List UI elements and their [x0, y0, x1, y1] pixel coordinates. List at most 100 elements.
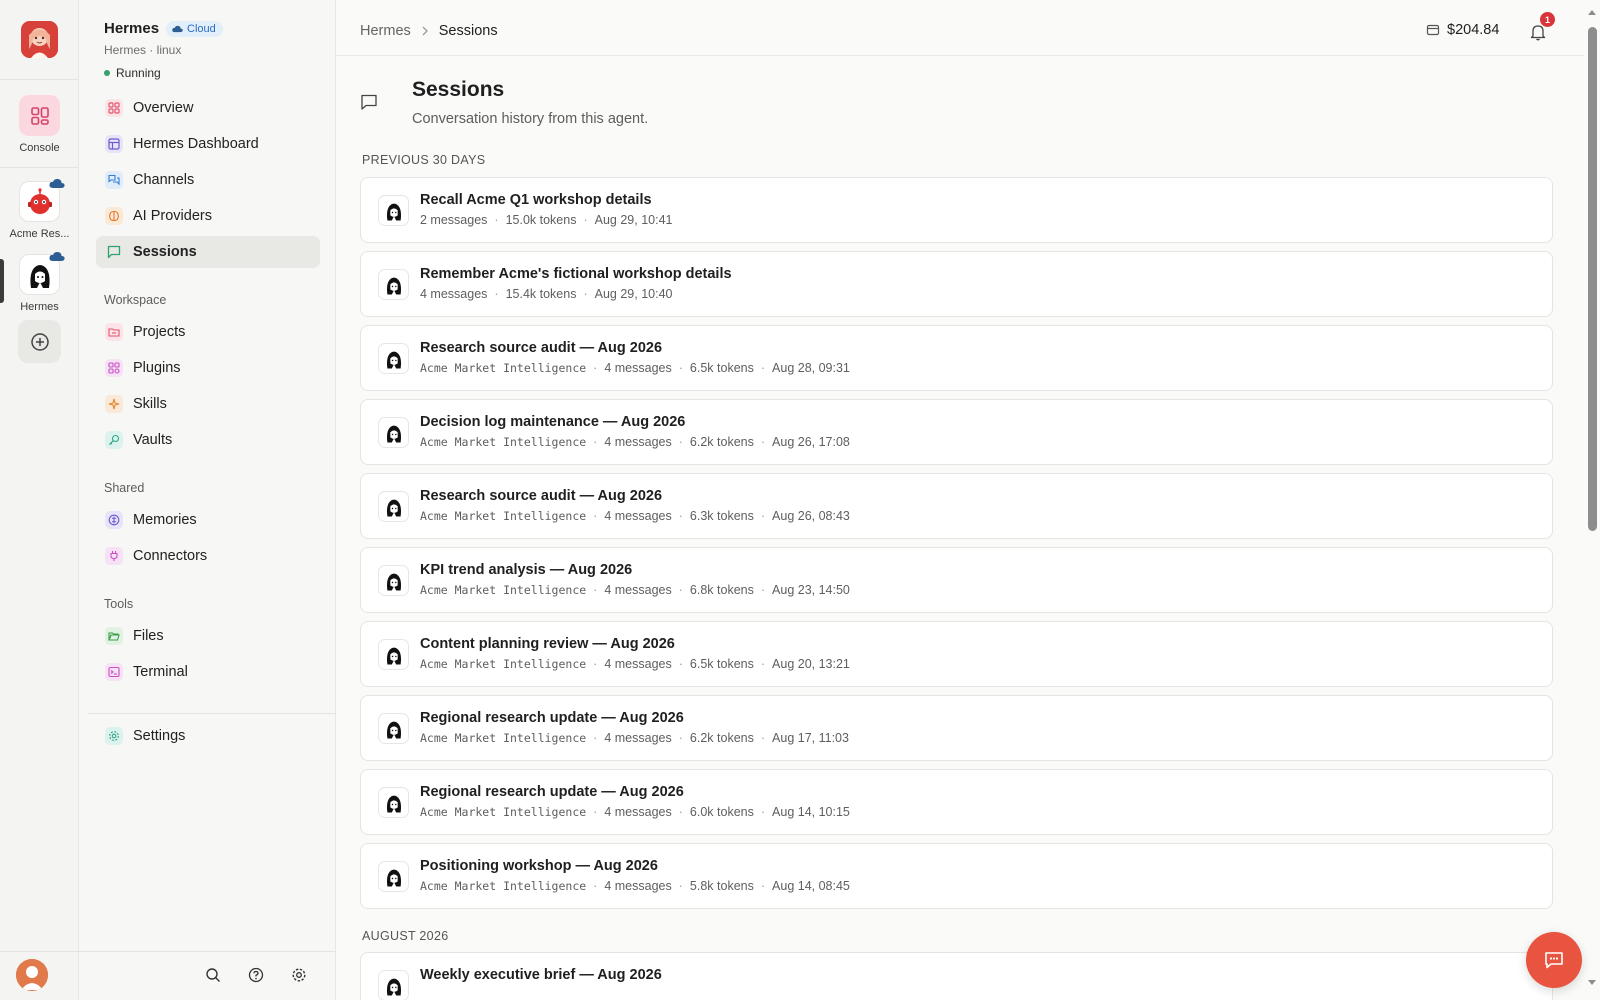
gear-icon[interactable] [290, 966, 308, 984]
sidebar-footer [204, 966, 308, 984]
cloud-badge-label: Cloud [187, 22, 216, 35]
session-row[interactable]: KPI trend analysis — Aug 2026 Acme Marke… [360, 547, 1553, 613]
main-content: Hermes Sessions $204.84 1 Sessions Conve… [336, 0, 1600, 1000]
agent-avatar-acme[interactable] [19, 178, 65, 222]
session-avatar [378, 343, 409, 374]
session-title: Research source audit — Aug 2026 [420, 488, 663, 504]
scrollbar[interactable] [1584, 0, 1600, 1000]
nav-label: Sessions [133, 244, 197, 260]
grid-icon [30, 106, 49, 125]
shared-nav: Memories Connectors [96, 504, 320, 576]
chat-button[interactable] [1526, 932, 1582, 988]
terminal-icon [105, 663, 123, 681]
meta-separator: · [760, 361, 766, 375]
session-time: Aug 29, 10:40 [594, 287, 673, 301]
session-tokens: 6.5k tokens [689, 657, 754, 671]
meta-separator: · [678, 583, 683, 597]
rail-add-agent[interactable] [0, 320, 79, 363]
add-agent-button[interactable] [18, 320, 61, 363]
nav-label: Channels [133, 172, 195, 188]
session-row[interactable]: Weekly executive brief — Aug 2026 [360, 952, 1553, 1000]
nav-item-settings[interactable]: Settings [96, 720, 320, 752]
nav-item-terminal[interactable]: Terminal [96, 656, 320, 688]
nav-item-skills[interactable]: Skills [96, 388, 320, 420]
breadcrumb-current: Sessions [438, 23, 498, 39]
nav-item-channels[interactable]: Channels [96, 164, 320, 196]
session-time: Aug 29, 10:41 [594, 213, 673, 227]
session-row[interactable]: Recall Acme Q1 workshop details 2 messag… [360, 177, 1553, 243]
session-row[interactable]: Regional research update — Aug 2026 Acme… [360, 695, 1553, 761]
nav-item-sessions[interactable]: Sessions [96, 236, 320, 268]
balance-display[interactable]: $204.84 [1426, 22, 1499, 38]
meta-separator: · [593, 509, 598, 523]
session-title: Remember Acme's fictional workshop detai… [420, 266, 732, 282]
meta-separator: · [593, 879, 598, 893]
rail-agent-hermes[interactable]: Hermes [0, 251, 79, 313]
nav-item-connectors[interactable]: Connectors [96, 540, 320, 572]
session-row[interactable]: Positioning workshop — Aug 2026 Acme Mar… [360, 843, 1553, 909]
meta-separator: · [678, 509, 683, 523]
session-avatar [378, 565, 409, 596]
notification-badge: 1 [1540, 12, 1555, 27]
session-row[interactable]: Research source audit — Aug 2026 Acme Ma… [360, 325, 1553, 391]
scroll-thumb[interactable] [1588, 27, 1597, 531]
session-avatar [378, 639, 409, 670]
cloud-icon [172, 25, 183, 32]
rail-agent-acme[interactable]: Acme Res... [0, 178, 79, 240]
session-messages: 4 messages [604, 583, 672, 597]
session-title: Regional research update — Aug 2026 [420, 784, 684, 800]
session-tokens: 6.5k tokens [689, 361, 754, 375]
nav-item-hermes-dashboard[interactable]: Hermes Dashboard [96, 128, 320, 160]
help-icon[interactable] [247, 966, 265, 984]
session-avatar [378, 787, 409, 818]
console-tile[interactable] [19, 95, 60, 136]
search-icon[interactable] [204, 966, 222, 984]
session-row[interactable]: Decision log maintenance — Aug 2026 Acme… [360, 399, 1553, 465]
section-label-tools: Tools [104, 597, 134, 611]
session-title: KPI trend analysis — Aug 2026 [420, 562, 633, 578]
nav-item-ai-providers[interactable]: AI Providers [96, 200, 320, 232]
session-row[interactable]: Content planning review — Aug 2026 Acme … [360, 621, 1553, 687]
session-project: Acme Market Intelligence [420, 805, 587, 819]
workspace-nav: Projects Plugins Skills Vaults [96, 316, 320, 460]
nav-item-memories[interactable]: Memories [96, 504, 320, 536]
breadcrumb-root[interactable]: Hermes [360, 23, 411, 39]
nav-item-projects[interactable]: Projects [96, 316, 320, 348]
session-meta: Acme Market Intelligence · 4 messages · … [420, 583, 850, 597]
agent-avatar-hermes[interactable] [19, 251, 65, 295]
nav-item-overview[interactable]: Overview [96, 92, 320, 124]
session-messages: 4 messages [604, 435, 672, 449]
session-row[interactable]: Research source audit — Aug 2026 Acme Ma… [360, 473, 1553, 539]
nav-label: Skills [133, 396, 167, 412]
meta-separator: · [760, 805, 766, 819]
brain-icon [105, 207, 123, 225]
nav-item-plugins[interactable]: Plugins [96, 352, 320, 384]
scroll-up-arrow[interactable] [1588, 10, 1596, 15]
session-row[interactable]: Remember Acme's fictional workshop detai… [360, 251, 1553, 317]
session-meta: Acme Market Intelligence · 4 messages · … [420, 879, 850, 893]
nav-item-vaults[interactable]: Vaults [96, 424, 320, 456]
meta-separator: · [593, 435, 598, 449]
meta-separator: · [583, 287, 588, 301]
session-tokens: 6.3k tokens [689, 509, 754, 523]
rail-divider [0, 951, 79, 952]
meta-separator: · [760, 583, 766, 597]
hermes-avatar-icon [386, 721, 401, 739]
console-label: Console [19, 142, 60, 154]
key-icon [105, 431, 123, 449]
meta-separator: · [678, 805, 683, 819]
app-logo[interactable] [21, 21, 58, 58]
scroll-down-arrow[interactable] [1588, 980, 1596, 985]
app-rail: Console Acme Res... Hermes [0, 0, 79, 1000]
nav-item-files[interactable]: Files [96, 620, 320, 652]
rail-divider [0, 167, 79, 168]
user-avatar[interactable] [16, 959, 48, 991]
session-tokens: 15.0k tokens [505, 213, 577, 227]
rail-console[interactable]: Console [0, 95, 79, 154]
session-meta: Acme Market Intelligence · 4 messages · … [420, 509, 850, 523]
meta-separator: · [593, 361, 598, 375]
session-row[interactable]: Regional research update — Aug 2026 Acme… [360, 769, 1553, 835]
group-label: PREVIOUS 30 DAYS [362, 153, 486, 167]
agent-subtitle: Hermes · linux [104, 43, 182, 57]
app-logo-icon [21, 21, 58, 58]
